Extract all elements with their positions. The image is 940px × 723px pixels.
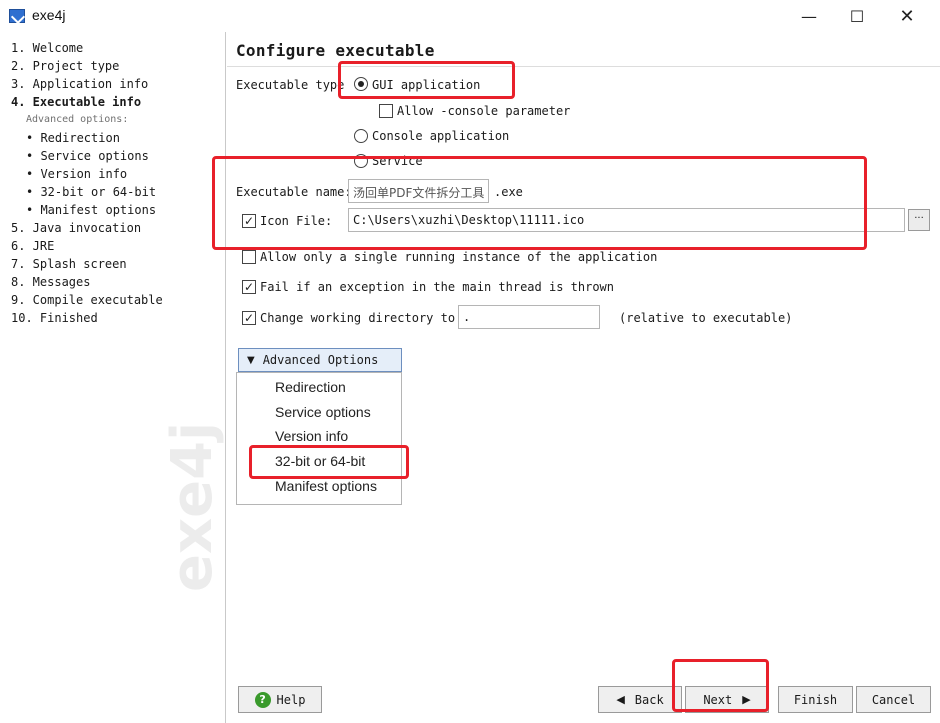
- finish-button[interactable]: Finish: [778, 686, 853, 713]
- menu-item-service-options[interactable]: Service options: [275, 404, 371, 420]
- step-project-type[interactable]: 2. Project type: [11, 59, 119, 73]
- step-compile-executable[interactable]: 9. Compile executable: [11, 293, 163, 307]
- fail-exception-checkbox[interactable]: ✓: [242, 280, 256, 294]
- working-dir-input[interactable]: .: [458, 305, 600, 329]
- step-splash-screen[interactable]: 7. Splash screen: [11, 257, 127, 271]
- change-working-dir-checkbox[interactable]: ✓: [242, 311, 256, 325]
- allow-console-label[interactable]: Allow -console parameter: [397, 104, 570, 118]
- cancel-button-label: Cancel: [871, 692, 916, 707]
- back-button[interactable]: ◀ Back: [598, 686, 682, 713]
- next-button-highlight: [672, 659, 769, 712]
- menu-item-manifest-options[interactable]: Manifest options: [275, 478, 377, 494]
- step-application-info[interactable]: 3. Application info: [11, 77, 148, 91]
- finish-button-label: Finish: [793, 692, 838, 707]
- advanced-options-caption: Advanced options:: [26, 114, 129, 125]
- substep-version-info[interactable]: • Version info: [26, 167, 127, 181]
- exe4j-app-icon: [9, 9, 25, 23]
- allow-console-checkbox[interactable]: [379, 104, 393, 118]
- step-finished[interactable]: 10. Finished: [11, 311, 98, 325]
- wizard-steps-sidebar: 1. Welcome 2. Project type 3. Applicatio…: [0, 32, 226, 723]
- window-title: exe4j: [32, 7, 66, 23]
- substep-service-options[interactable]: • Service options: [26, 149, 149, 163]
- back-arrow-icon: ◀: [616, 693, 625, 706]
- maximize-button[interactable]: ☐: [834, 0, 880, 32]
- console-application-radio[interactable]: [354, 129, 368, 143]
- icon-file-browse-button[interactable]: ···: [908, 209, 930, 231]
- substep-32-or-64-bit[interactable]: • 32-bit or 64-bit: [26, 185, 156, 199]
- help-button[interactable]: ? Help: [238, 686, 322, 713]
- name-and-icon-highlight: [212, 156, 867, 250]
- executable-type-label: Executable type: [236, 78, 345, 92]
- console-application-label[interactable]: Console application: [372, 129, 509, 143]
- exe4j-watermark: exe4j: [160, 421, 225, 592]
- help-icon: ?: [254, 691, 271, 708]
- substep-manifest-options[interactable]: • Manifest options: [26, 203, 156, 217]
- step-jre[interactable]: 6. JRE: [11, 239, 54, 253]
- close-button[interactable]: ✕: [884, 0, 930, 32]
- relative-note: (relative to executable): [619, 311, 793, 325]
- cancel-button[interactable]: Cancel: [856, 686, 931, 713]
- step-welcome[interactable]: 1. Welcome: [11, 41, 83, 55]
- advanced-options-label: Advanced Options: [262, 353, 379, 367]
- title-divider: [227, 66, 940, 67]
- step-java-invocation[interactable]: 5. Java invocation: [11, 221, 141, 235]
- help-button-label: Help: [276, 692, 306, 707]
- step-messages[interactable]: 8. Messages: [11, 275, 90, 289]
- title-bar: exe4j — ☐ ✕: [0, 0, 940, 32]
- advanced-options-menu: Redirection Service options Version info…: [236, 372, 402, 505]
- step-executable-info[interactable]: 4. Executable info: [11, 95, 141, 109]
- gui-application-highlight: [338, 61, 515, 99]
- bitness-option-highlight: [249, 445, 409, 479]
- change-working-dir-label[interactable]: Change working directory to:: [260, 311, 462, 325]
- single-instance-checkbox[interactable]: [242, 250, 256, 264]
- menu-item-version-info[interactable]: Version info: [275, 428, 348, 444]
- substep-redirection[interactable]: • Redirection: [26, 131, 120, 145]
- minimize-button[interactable]: —: [786, 0, 832, 32]
- fail-exception-label[interactable]: Fail if an exception in the main thread …: [260, 280, 614, 294]
- main-panel: Configure executable Executable type GUI…: [227, 32, 940, 723]
- triangle-down-icon: ▼: [247, 354, 255, 366]
- back-button-label: Back: [634, 692, 664, 707]
- single-instance-label[interactable]: Allow only a single running instance of …: [260, 250, 657, 264]
- advanced-options-button[interactable]: ▼ Advanced Options: [238, 348, 402, 372]
- page-title: Configure executable: [236, 41, 435, 60]
- menu-item-redirection[interactable]: Redirection: [275, 379, 346, 395]
